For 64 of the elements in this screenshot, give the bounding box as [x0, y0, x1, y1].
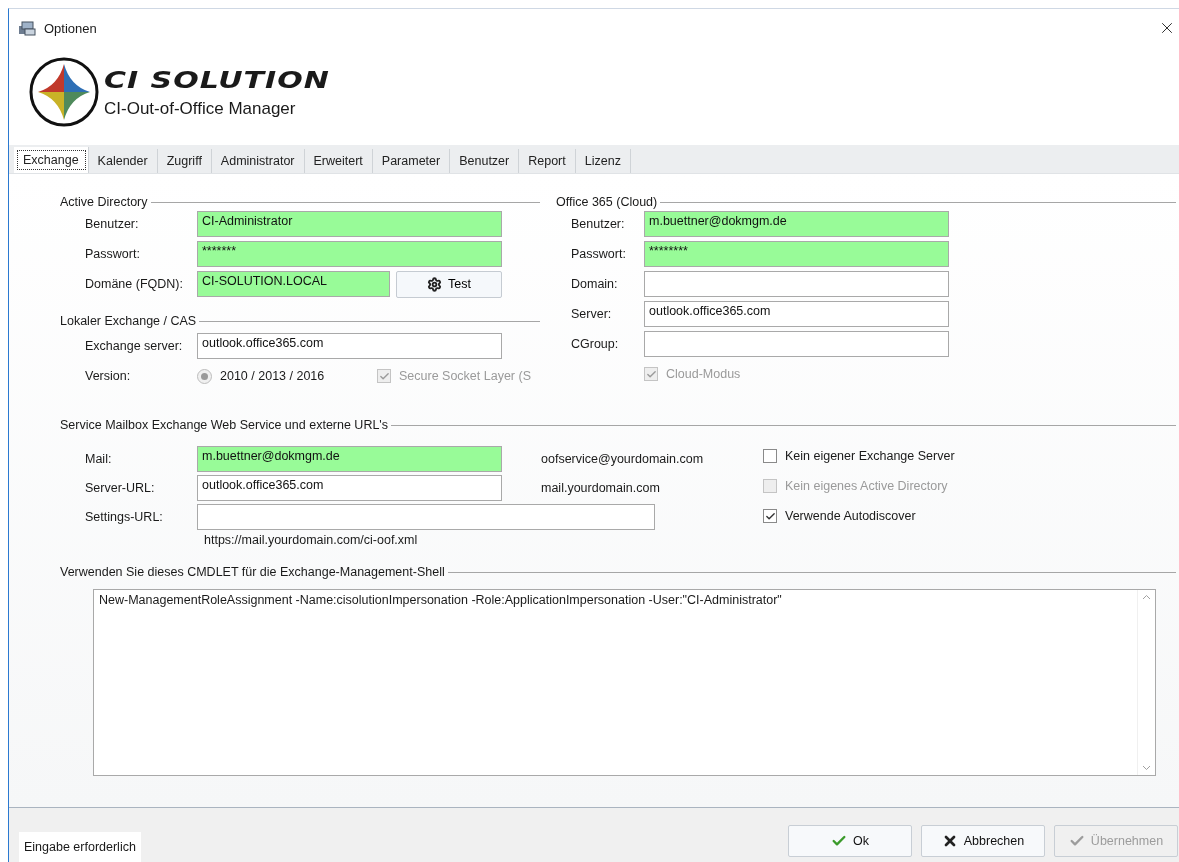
checkbox[interactable]	[763, 509, 777, 523]
input-field[interactable]: CI-SOLUTION.LOCAL	[197, 271, 390, 297]
input-field[interactable]: outlook.office365.com	[644, 301, 949, 327]
field-label: Passwort:	[85, 247, 141, 261]
input-field[interactable]: outlook.office365.com	[197, 333, 502, 359]
tab[interactable]: Benutzer	[450, 149, 520, 173]
tab[interactable]: Zugriff	[157, 149, 212, 173]
field-label: Benutzer:	[85, 217, 140, 231]
checkbox-label: Verwende Autodiscover	[785, 509, 916, 523]
tab[interactable]: Kalender	[88, 149, 158, 173]
field-label: CGroup:	[571, 337, 620, 351]
input-field[interactable]: CI-Administrator	[197, 211, 502, 237]
gear-icon	[427, 276, 443, 292]
tab[interactable]: Parameter	[372, 149, 451, 173]
group-title: Lokaler Exchange / CAS	[60, 314, 197, 328]
group-title: Service Mailbox Exchange Web Service und externe URL's	[60, 418, 388, 432]
input-field[interactable]: *******	[197, 241, 502, 267]
ok-button[interactable]: Ok	[788, 824, 912, 857]
checkbox-label: Kein eigener Exchange Server	[785, 449, 955, 463]
tab[interactable]: Lizenz	[575, 149, 631, 173]
field-label: Server:	[571, 307, 613, 321]
tab[interactable]: Administrator	[211, 149, 305, 173]
group-title: Office 365 (Cloud)	[556, 195, 658, 209]
field-label: Exchange server:	[85, 339, 184, 353]
field-label: Settings-URL:	[85, 510, 164, 524]
checkbox-label: Cloud-Modus	[666, 367, 741, 381]
hint-text: mail.yourdomain.com	[541, 481, 661, 495]
chevron-up-icon[interactable]	[1142, 594, 1151, 600]
group-title: Verwenden Sie dieses CMDLET für die Exchange-Management-Shell	[60, 565, 445, 579]
field-label: Domäne (FQDN):	[85, 277, 184, 291]
command-text: New-ManagementRoleAssignment -Name:cisolutionImpersonation -Role:ApplicationImpersonation -User:"CI-Administrator"	[98, 592, 783, 609]
text-area[interactable]: New-ManagementRoleAssignment -Name:cisolutionImpersonation -Role:ApplicationImpersonation -User:"CI-Administrator"	[93, 589, 1156, 776]
input-field[interactable]: outlook.office365.com	[197, 475, 502, 501]
field-label: Domain:	[571, 277, 619, 291]
product-name: CI-Out-of-Office Manager	[104, 99, 297, 119]
chevron-down-icon[interactable]	[1142, 765, 1151, 771]
radio-label: 2010 / 2013 / 2016	[220, 369, 325, 383]
field-label: Benutzer:	[571, 217, 626, 231]
window-icon	[18, 20, 36, 36]
hint-text: https://mail.yourdomain.com/ci-oof.xml	[203, 533, 419, 549]
input-field[interactable]	[197, 504, 655, 530]
input-field[interactable]	[644, 271, 949, 297]
input-field[interactable]: m.buettner@dokmgm.de	[197, 446, 502, 472]
tab[interactable]: Exchange	[14, 147, 89, 173]
field-label: Version:	[85, 369, 132, 383]
tab[interactable]: Report	[519, 149, 576, 173]
brand-name: CI SOLUTION	[104, 68, 330, 92]
tab[interactable]: Erweitert	[304, 149, 373, 173]
cancel-button[interactable]: Abbrechen	[921, 824, 1045, 857]
field-label: Server-URL:	[85, 481, 156, 495]
checkbox[interactable]	[763, 449, 777, 463]
status-text: Eingabe erforderlich	[19, 831, 141, 862]
group-title: Active Directory	[60, 195, 148, 209]
field-label: Mail:	[85, 452, 113, 466]
field-label: Passwort:	[571, 247, 627, 261]
window-title: Optionen	[44, 20, 98, 36]
logo-icon	[28, 56, 100, 128]
test-button[interactable]: Test	[396, 270, 502, 298]
checkbox-label: Kein eigenes Active Directory	[785, 479, 948, 493]
input-field[interactable]: ********	[644, 241, 949, 267]
input-field[interactable]	[644, 331, 949, 357]
checkbox-label: Secure Socket Layer (S	[399, 369, 531, 383]
hint-text: oofservice@yourdomain.com	[541, 452, 705, 466]
input-field[interactable]: m.buettner@dokmgm.de	[644, 211, 949, 237]
